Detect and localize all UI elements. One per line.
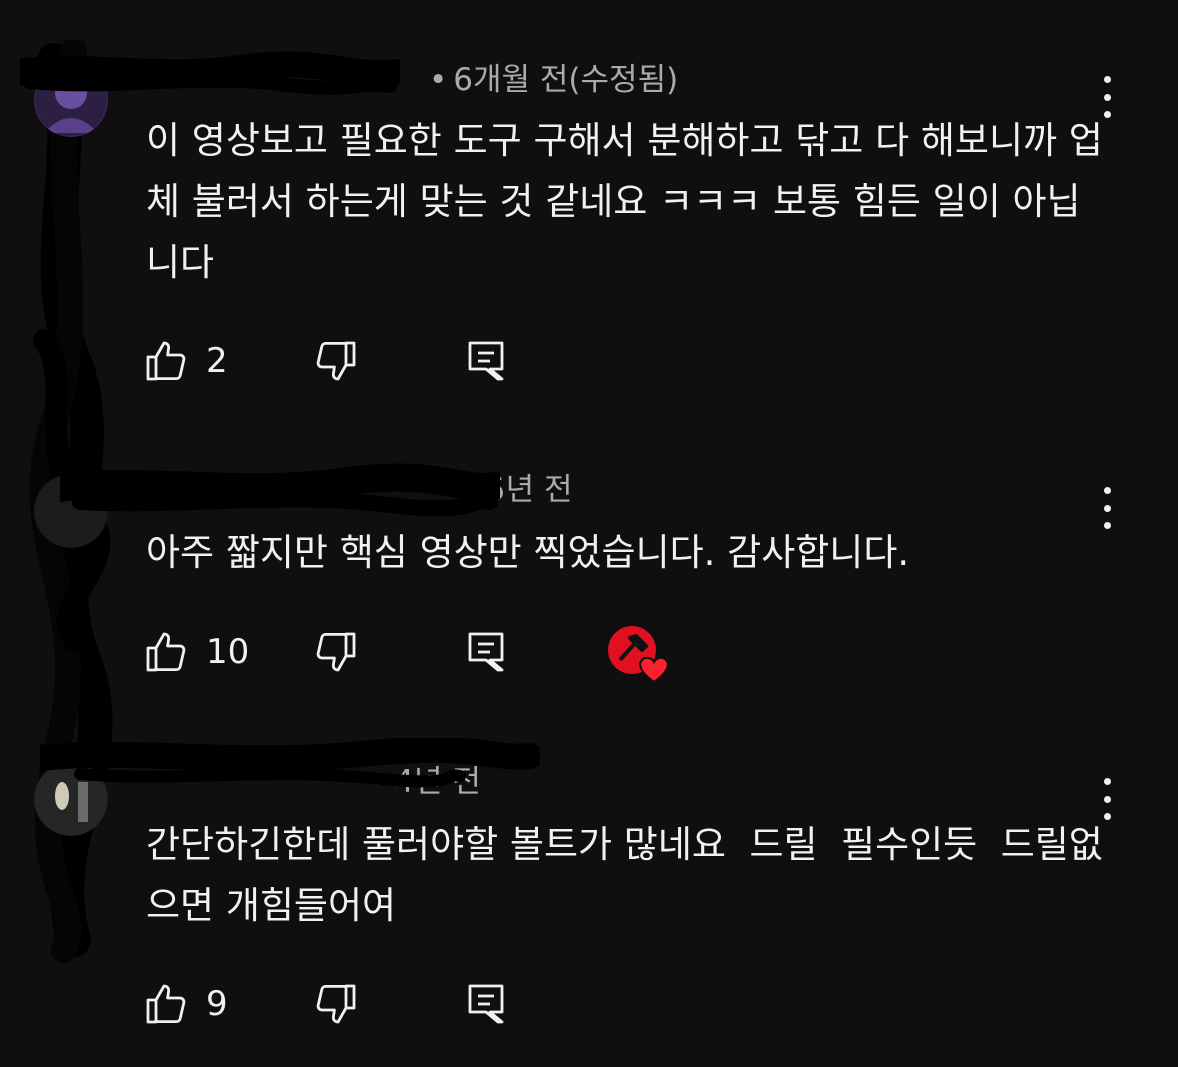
thumb-up-icon <box>146 632 186 672</box>
thumb-down-icon <box>316 984 356 1024</box>
comment-actions: 9 <box>142 980 742 1028</box>
comment-text: 간단하긴한데 풀러야할 볼트가 많네요 드릴 필수인듯 드릴없으면 개힘들어여 <box>146 823 1103 927</box>
like-button[interactable]: 10 <box>142 628 249 676</box>
author-name-redacted[interactable]: __________________ <box>146 60 425 100</box>
reply-icon <box>468 341 504 381</box>
avatar-image <box>35 64 107 136</box>
comments-page: __________________•6개월 전(수정됨) 이 영상보고 필요한… <box>0 0 1178 1067</box>
comment-meta: • 4년 전 <box>146 762 481 802</box>
comment-actions: 2 <box>142 337 742 385</box>
like-count: 10 <box>206 632 250 672</box>
comment-text: 아주 짧지만 핵심 영상만 찍었습니다. 감사합니다. <box>146 531 910 574</box>
creator-heart-badge <box>606 624 674 684</box>
more-vert-icon <box>1103 778 1111 785</box>
dislike-button[interactable] <box>312 628 360 676</box>
creator-heart-icon <box>608 626 669 684</box>
avatar-image <box>35 763 107 835</box>
avatar-image <box>35 475 107 547</box>
comment-text: 이 영상보고 필요한 도구 구해서 분해하고 닦고 다 해보니까 업체 불러서 … <box>146 119 1103 284</box>
more-vert-icon <box>1103 487 1111 494</box>
separator-dot: • <box>370 764 389 800</box>
comment-time: 4년 전 <box>394 764 481 800</box>
separator-dot: · <box>470 472 480 508</box>
thumb-down-icon <box>316 341 356 381</box>
like-button[interactable]: 9 <box>142 980 228 1028</box>
like-button[interactable]: 2 <box>142 337 228 385</box>
separator-dot: • <box>429 62 448 98</box>
avatar[interactable] <box>34 63 108 137</box>
reply-button[interactable] <box>462 337 510 385</box>
more-vert-icon <box>1103 76 1111 83</box>
like-count: 9 <box>206 984 228 1024</box>
dislike-button[interactable] <box>312 980 360 1028</box>
dislike-button[interactable] <box>312 337 360 385</box>
comment-time: 5년 전 <box>485 472 573 508</box>
reply-button[interactable] <box>462 628 510 676</box>
reply-icon <box>468 984 504 1024</box>
thumb-up-icon <box>146 984 186 1024</box>
reply-icon <box>468 632 504 672</box>
like-count: 2 <box>206 341 228 381</box>
comment-time: 6개월 전(수정됨) <box>453 62 679 98</box>
comment-meta: · 5년 전 <box>146 470 572 510</box>
reply-button[interactable] <box>462 980 510 1028</box>
avatar[interactable] <box>34 762 108 836</box>
thumb-down-icon <box>316 632 356 672</box>
thumb-up-icon <box>146 341 186 381</box>
comment-meta: __________________•6개월 전(수정됨) <box>146 60 678 100</box>
avatar[interactable] <box>34 474 108 548</box>
